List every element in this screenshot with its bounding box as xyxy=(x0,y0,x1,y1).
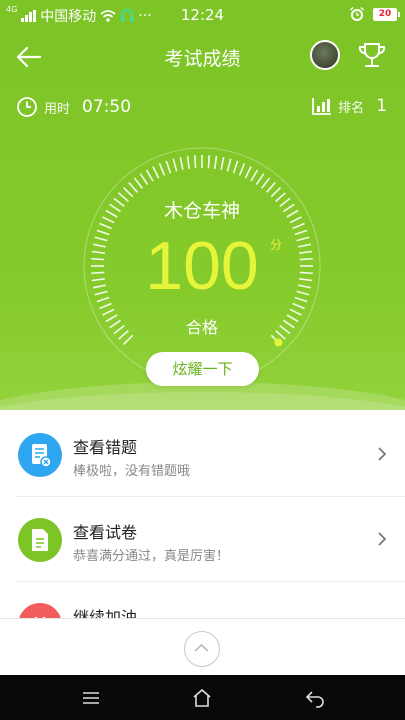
list-item-subtitle: 棒极啦，没有错题哦 xyxy=(73,464,191,479)
score-gauge: 木仓车神 100 分 合格 xyxy=(82,146,322,386)
score-unit: 分 xyxy=(270,238,283,252)
gauge-tick xyxy=(193,155,197,169)
share-button[interactable]: 炫耀一下 xyxy=(146,352,259,386)
gauge-tick xyxy=(213,155,218,169)
menu-icon[interactable] xyxy=(80,687,102,709)
gauge-tick xyxy=(128,182,138,193)
list-item-title: 查看试卷 xyxy=(73,523,138,542)
time-label: 用时 xyxy=(44,101,71,117)
clock-icon xyxy=(17,97,37,117)
grade-label: 合格 xyxy=(185,318,218,337)
gauge-indicator xyxy=(274,338,283,347)
result-header: 考试成绩 用时 07:50 排名 1 木仓车神 100 分 合格 炫耀一下 xyxy=(0,30,405,410)
status-bar: 4G 中国移动 ··· 12:24 20 xyxy=(0,0,405,30)
gauge-tick xyxy=(139,173,149,185)
chevron-right-icon xyxy=(378,447,387,461)
list-item-title: 查看错题 xyxy=(73,438,138,457)
gauge-tick xyxy=(250,169,259,182)
gauge-tick xyxy=(226,158,232,172)
gauge-tick xyxy=(232,160,239,174)
status-right: 20 xyxy=(349,6,400,22)
gauge-tick xyxy=(244,166,252,179)
list-item-wrong-questions[interactable]: 查看错题 棒极啦，没有错题哦 xyxy=(16,412,405,497)
list-item-exam-paper[interactable]: 查看试卷 恭喜满分通过，真是厉害！ xyxy=(16,497,405,582)
top-nav: 考试成绩 xyxy=(0,30,405,82)
gauge-tick xyxy=(255,173,265,185)
gauge-tick xyxy=(165,160,172,174)
wrong-questions-doc-icon xyxy=(18,433,62,477)
system-nav-bar xyxy=(0,675,405,720)
gauge-tick xyxy=(207,155,211,169)
gauge-tick xyxy=(152,166,160,179)
gauge-tick xyxy=(220,156,225,171)
bar-chart-icon xyxy=(312,98,332,115)
rank-value: 1 xyxy=(376,96,387,116)
status-time: 12:24 xyxy=(180,6,225,24)
time-value: 07:50 xyxy=(82,97,132,117)
gauge-tick xyxy=(133,177,143,189)
gauge-tick xyxy=(172,158,178,172)
stats-bar: 用时 07:50 排名 1 xyxy=(0,96,405,122)
alarm-icon xyxy=(349,6,365,21)
avatar[interactable] xyxy=(310,40,340,70)
gauge-tick xyxy=(158,163,166,176)
gauge-tick xyxy=(261,177,271,189)
decor-wave-front xyxy=(0,382,405,410)
list-item-subtitle: 恭喜满分通过，真是厉害！ xyxy=(73,549,230,564)
scroll-footer xyxy=(0,618,405,675)
trophy-icon[interactable] xyxy=(357,40,387,70)
page-title: 考试成绩 xyxy=(164,48,241,70)
rank-stat: 排名 1 xyxy=(312,96,387,116)
chevron-up-icon xyxy=(194,643,209,652)
scroll-up-button[interactable] xyxy=(184,631,220,667)
battery-icon: 20 xyxy=(373,7,400,21)
gauge-tick xyxy=(266,182,276,193)
user-name: 木仓车神 xyxy=(163,200,240,222)
back-arrow-icon[interactable] xyxy=(304,687,326,709)
score-value: 100 xyxy=(145,228,259,304)
gauge-tick xyxy=(179,156,184,171)
chevron-right-icon xyxy=(378,532,387,546)
gauge-tick xyxy=(238,163,246,176)
exam-paper-doc-icon xyxy=(18,518,62,562)
rank-label: 排名 xyxy=(338,100,365,116)
gauge-tick xyxy=(186,155,191,169)
home-icon[interactable] xyxy=(191,687,213,709)
time-stat: 用时 07:50 xyxy=(16,96,131,118)
gauge-tick xyxy=(145,169,154,182)
